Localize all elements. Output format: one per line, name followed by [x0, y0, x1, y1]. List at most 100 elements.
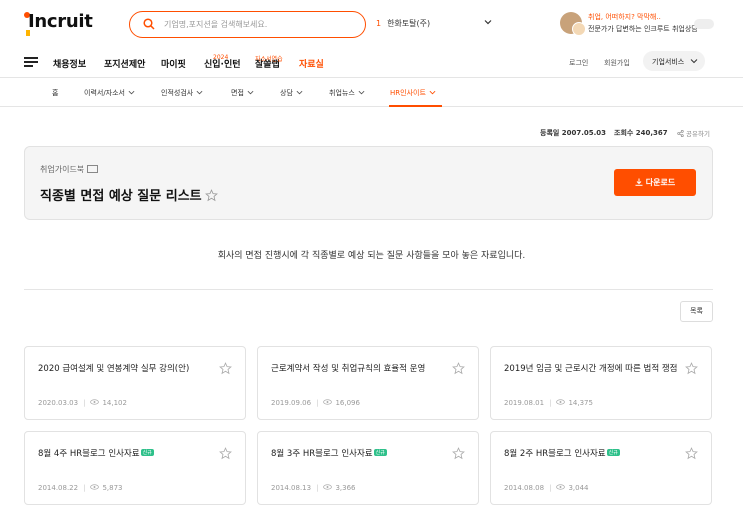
eye-icon: [90, 484, 100, 490]
card-views: 14,102: [102, 399, 127, 407]
star-icon[interactable]: [204, 189, 218, 202]
document-card[interactable]: 8월 2주 HR블로그 인사자료 신규 2014.08.08 | 3,044: [490, 431, 712, 505]
search-placeholder: 기업명,포지션을 검색해보세요.: [164, 20, 268, 29]
subnav-hr-insight[interactable]: HR인사이트: [390, 88, 436, 98]
counselor-avatar: [560, 12, 586, 36]
register-date: 등록일 2007.05.03: [540, 129, 607, 137]
card-views: 3,044: [568, 484, 589, 492]
content-divider: [24, 289, 713, 290]
card-views: 16,096: [335, 399, 360, 407]
search-box[interactable]: 기업명,포지션을 검색해보세요.: [129, 11, 366, 38]
card-meta: 2014.08.08 | 3,044: [504, 484, 589, 492]
document-card[interactable]: 2019년 임금 및 근로시간 개정에 따른 법적 쟁점 2019.08.01 | 1…: [490, 346, 712, 420]
star-icon[interactable]: [219, 447, 232, 460]
logo-text: Incruit: [28, 11, 93, 32]
menu-icon[interactable]: [24, 57, 38, 67]
new-badge: 신규: [373, 449, 387, 456]
document-header: 취업가이드북 직종별 면접 예상 질문 리스트 다운로드: [24, 146, 713, 220]
card-title-text: 2020 급여설계 및 연봉계약 실무 강의(안): [38, 364, 190, 374]
top-header: Incruit 기업명,포지션을 검색해보세요. 1 한화토탈(주) 취업, 어떠…: [0, 0, 743, 48]
card-meta: 2014.08.13 | 3,366: [271, 484, 356, 492]
book-icon: [87, 165, 99, 173]
main-nav: 채용정보 포지션제안 마이핏 2024 신입·인턴 자소서연습 잘쓸랩 자료실 …: [0, 48, 743, 78]
card-date: 2014.08.08: [504, 484, 545, 492]
meta-separator: |: [83, 484, 86, 492]
new-badge: 신규: [140, 449, 154, 456]
card-title: 8월 4주 HR블로그 인사자료 신규: [38, 447, 218, 459]
biz-service-button[interactable]: 기업서비스: [643, 51, 705, 71]
new-badge: 신규: [606, 449, 620, 456]
star-icon[interactable]: [685, 447, 698, 460]
chevron-down-icon[interactable]: [483, 17, 493, 27]
document-category: 취업가이드북: [40, 164, 99, 175]
chevron-down-icon: [128, 90, 135, 95]
card-meta: 2019.08.01 | 14,375: [504, 399, 593, 407]
chevron-down-icon: [690, 59, 698, 64]
card-views: 3,366: [335, 484, 356, 492]
star-icon[interactable]: [452, 362, 465, 375]
star-icon[interactable]: [452, 447, 465, 460]
nav-intern[interactable]: 2024 신입·인턴: [204, 54, 241, 70]
share-button[interactable]: 공유하기: [677, 128, 710, 138]
document-card[interactable]: 8월 4주 HR블로그 인사자료 신규 2014.08.22 | 5,873: [24, 431, 246, 505]
eye-icon: [556, 399, 566, 405]
card-title: 근로계약서 작성 및 취업규칙의 효율적 운영: [271, 362, 451, 374]
sub-nav: 홈 이력서/자소서 인적성검사 면접 상담 취업뉴스 HR인사이트: [0, 78, 743, 107]
card-views: 14,375: [568, 399, 593, 407]
document-card[interactable]: 8월 3주 HR블로그 인사자료 신규 2014.08.13 | 3,366: [257, 431, 479, 505]
subnav-news[interactable]: 취업뉴스: [329, 88, 365, 98]
subnav-aptitude[interactable]: 인적성검사: [161, 88, 203, 98]
eye-icon: [90, 399, 100, 405]
nav-jobs[interactable]: 채용정보: [53, 57, 86, 70]
meta-separator: |: [83, 399, 86, 407]
logo-bar: [26, 30, 30, 36]
subnav-interview-label: 면접: [231, 89, 244, 97]
ranking-number: 1: [376, 19, 382, 28]
share-icon: [677, 129, 684, 138]
list-button[interactable]: 목록: [680, 301, 713, 322]
subnav-hr-insight-label: HR인사이트: [390, 89, 426, 97]
document-card[interactable]: 근로계약서 작성 및 취업규칙의 효율적 운영 2019.09.06 | 16,096: [257, 346, 479, 420]
promo-pager[interactable]: [694, 19, 714, 29]
ranking-company: 한화토탈(주): [387, 19, 431, 28]
card-title-text: 8월 4주 HR블로그 인사자료: [38, 449, 140, 459]
card-date: 2019.09.06: [271, 399, 312, 407]
subnav-home[interactable]: 홈: [52, 88, 58, 98]
card-meta: 2014.08.22 | 5,873: [38, 484, 123, 492]
nav-position-offer[interactable]: 포지션제안: [104, 57, 145, 70]
incruit-logo[interactable]: Incruit: [24, 10, 98, 36]
intern-year-tag: 2024: [213, 54, 229, 61]
subnav-resume[interactable]: 이력서/자소서: [84, 88, 135, 98]
meta-separator: |: [549, 399, 552, 407]
card-views: 5,873: [102, 484, 123, 492]
subnav-aptitude-label: 인적성검사: [161, 89, 194, 97]
promo-banner[interactable]: 취업, 어떠하지? 막막해.. 전문가가 답변하는 인크루트 취업상담: [560, 10, 720, 38]
card-title: 2020 급여설계 및 연봉계약 실무 강의(안): [38, 362, 218, 374]
login-link[interactable]: 로그인: [569, 58, 588, 68]
subnav-interview[interactable]: 면접: [231, 88, 254, 98]
active-tab-underline: [389, 105, 442, 107]
promo-headline: 취업, 어떠하지? 막막해..: [588, 13, 661, 21]
chevron-down-icon: [358, 90, 365, 95]
lab-tag: 자소서연습: [255, 56, 283, 63]
star-icon[interactable]: [219, 362, 232, 375]
nav-myfit[interactable]: 마이핏: [161, 57, 186, 70]
subnav-consult[interactable]: 상담: [280, 88, 303, 98]
company-ranking[interactable]: 1 한화토탈(주): [376, 18, 430, 29]
eye-icon: [323, 484, 333, 490]
download-label: 다운로드: [645, 178, 676, 187]
card-title-text: 8월 3주 HR블로그 인사자료: [271, 449, 373, 459]
document-card[interactable]: 2020 급여설계 및 연봉계약 실무 강의(안) 2020.03.03 | 14,1…: [24, 346, 246, 420]
signup-link[interactable]: 회원가입: [604, 58, 630, 68]
meta-separator: |: [549, 484, 552, 492]
category-label: 취업가이드북: [40, 165, 85, 174]
card-date: 2019.08.01: [504, 399, 545, 407]
nav-lab[interactable]: 자소서연습 잘쓸랩: [255, 56, 283, 70]
star-icon[interactable]: [685, 362, 698, 375]
download-button[interactable]: 다운로드: [614, 169, 696, 196]
card-title-text: 8월 2주 HR블로그 인사자료: [504, 449, 606, 459]
search-icon[interactable]: [143, 18, 155, 30]
eye-icon: [556, 484, 566, 490]
document-title-text: 직종별 면접 예상 질문 리스트: [40, 189, 202, 204]
nav-library[interactable]: 자료실: [299, 57, 324, 70]
